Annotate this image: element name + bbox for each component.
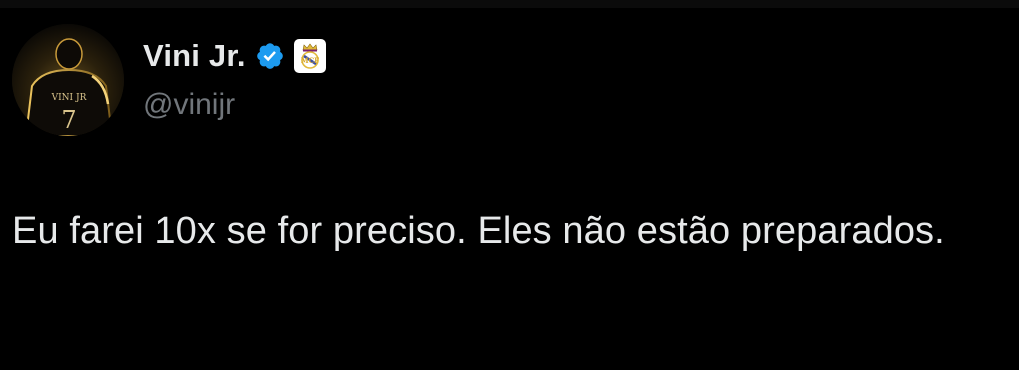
avatar-jersey-name: VINI JR	[51, 93, 87, 103]
tweet-card: VINI JR 7 Vini Jr. MCF @vinijr Eu farei …	[0, 0, 1019, 370]
author-display-name[interactable]: Vini Jr.	[143, 36, 246, 76]
real-madrid-crest-icon[interactable]: MCF	[293, 39, 326, 73]
avatar-image: VINI JR 7	[12, 24, 124, 136]
avatar-jersey-number: 7	[61, 106, 76, 134]
author-name-row: Vini Jr. MCF	[143, 36, 326, 76]
svg-text:MCF: MCF	[301, 56, 319, 65]
avatar[interactable]: VINI JR 7	[12, 24, 124, 136]
top-divider	[0, 0, 1019, 8]
author-handle[interactable]: @vinijr	[143, 86, 235, 124]
tweet-text: Eu farei 10x se for preciso. Eles não es…	[12, 210, 945, 252]
verified-badge-icon[interactable]	[255, 41, 285, 71]
